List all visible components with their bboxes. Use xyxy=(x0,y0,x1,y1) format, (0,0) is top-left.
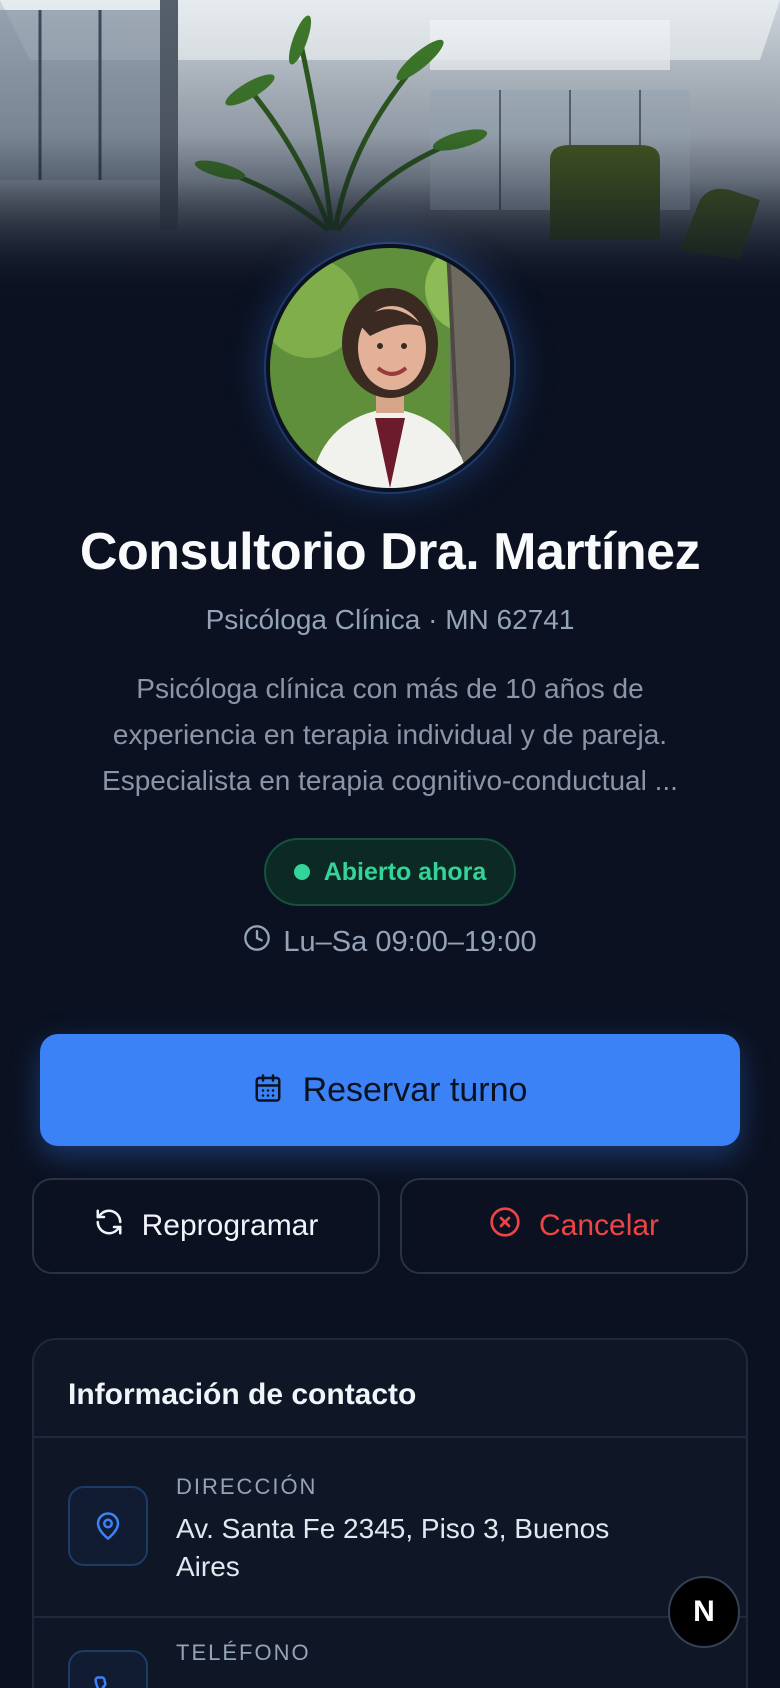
clock-icon xyxy=(243,924,271,960)
status-dot xyxy=(293,864,310,880)
map-pin-icon xyxy=(68,1486,148,1566)
hours-text: Lu–Sa 09:00–19:00 xyxy=(283,925,537,958)
reschedule-label: Reprogramar xyxy=(141,1209,319,1242)
calendar-icon xyxy=(253,1073,283,1108)
address-label: DIRECCIÓN xyxy=(176,1474,318,1499)
contact-card-title: Información de contacto xyxy=(68,1378,417,1411)
divider xyxy=(34,1436,746,1438)
x-circle-icon xyxy=(489,1206,521,1246)
cancel-button[interactable]: Cancelar xyxy=(400,1178,748,1274)
address-value: Av. Santa Fe 2345, Piso 3, Buenos Aires xyxy=(176,1513,610,1582)
page-title: Consultorio Dra. Martínez xyxy=(79,523,701,581)
phone-icon xyxy=(68,1650,148,1688)
phone-label: TELÉFONO xyxy=(176,1640,311,1665)
book-appointment-button[interactable]: Reservar turno xyxy=(40,1034,740,1146)
status-text: Abierto ahora xyxy=(323,857,487,886)
professional-subtitle: Psicóloga Clínica · MN 62741 xyxy=(205,604,575,635)
profile-description: Psicóloga clínica con más de 10 años de … xyxy=(102,673,678,796)
floating-n-button[interactable]: N xyxy=(668,1576,740,1648)
doctor-avatar xyxy=(266,244,514,492)
refresh-icon xyxy=(94,1207,124,1245)
reschedule-button[interactable]: Reprogramar xyxy=(32,1178,380,1274)
divider xyxy=(34,1616,746,1618)
book-appointment-label: Reservar turno xyxy=(302,1070,528,1109)
fab-label: N xyxy=(693,1595,715,1628)
opening-hours: Lu–Sa 09:00–19:00 xyxy=(0,922,780,962)
cancel-label: Cancelar xyxy=(538,1209,660,1242)
contact-info-card: Información de contacto DIRECCIÓN Av. Sa… xyxy=(32,1338,748,1688)
status-badge: Abierto ahora xyxy=(264,838,516,906)
